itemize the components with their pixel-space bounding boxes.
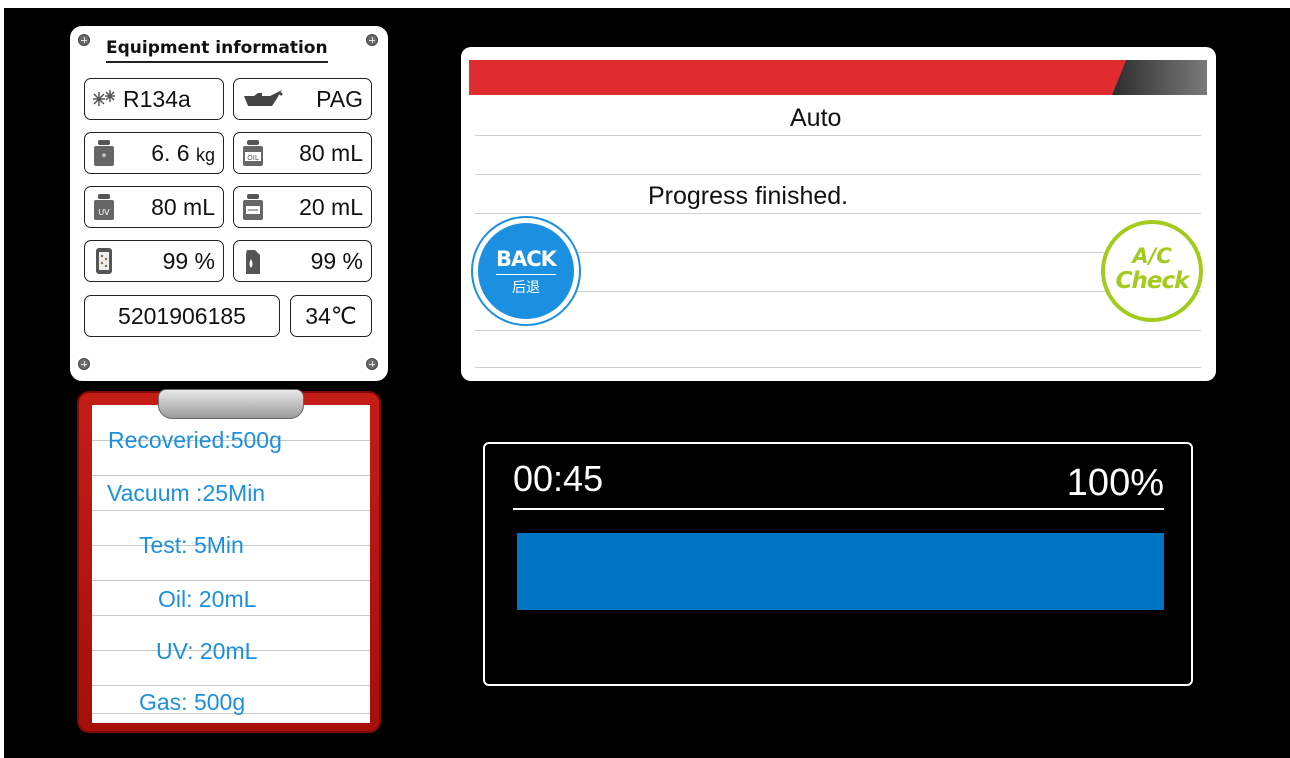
temperature: 34℃ [305,302,357,329]
dye-amount-box: 20 mL [233,186,372,228]
refrigerant-type: R134a [123,85,191,112]
screw-icon [78,34,90,46]
dialog-header-bar [469,60,1207,95]
back-button-label-cn: 后退 [512,280,540,296]
status-dialog [461,47,1216,381]
screw-icon [78,358,90,370]
back-button-divider [496,274,556,275]
oil-bottle-icon [246,250,260,274]
refrigerant-tank-icon: * [94,140,114,166]
temperature-box: 34℃ [290,295,372,337]
oil-type-box: PAG [233,78,372,120]
filter-level: 99 % [162,247,215,274]
test-summary: Test: 5Min [139,532,244,558]
oil-type: PAG [316,85,363,112]
back-button[interactable]: BACK 后退 [473,218,579,324]
oil-amount: 80 mL [299,139,363,166]
divider [92,475,370,476]
summary-paper: Recoveried:500g Vacuum :25Min Test: 5Min… [92,405,370,723]
back-button-label: BACK [496,247,557,271]
refrigerant-type-box: R134a [84,78,224,120]
snowflake-icon [93,90,115,106]
divider [92,580,370,581]
dialog-rule [475,291,1201,292]
filter-level-box: 99 % [84,240,224,282]
progress-bar-fill [517,533,1164,610]
svg-text:OIL: OIL [247,154,259,162]
dialog-rule [475,135,1201,136]
uv-tank-icon: UV [94,194,114,220]
dialog-rule [475,174,1201,175]
gas-summary: Gas: 500g [139,689,246,715]
vacuum-summary: Vacuum :25Min [107,480,266,506]
equipment-info-title: Equipment information [106,38,328,63]
screw-icon [366,358,378,370]
dialog-rule [475,330,1201,331]
uv-summary: UV: 20mL [156,638,258,664]
serial-number: 5201906185 [118,302,246,329]
refrigerant-weight: 6. 6 kg [117,140,223,167]
oil-can-icon [244,90,283,106]
screw-icon [366,34,378,46]
ac-check-button[interactable]: A/C Check [1101,220,1203,322]
uv-amount: 80 mL [151,193,215,220]
divider [92,615,370,616]
serial-number-box: 5201906185 [84,295,280,337]
oil-summary: Oil: 20mL [158,586,257,612]
divider [92,685,370,686]
oil-level-box: 99 % [233,240,372,282]
oil-level: 99 % [310,247,363,274]
summary-clipboard: Recoveried:500g Vacuum :25Min Test: 5Min… [77,389,381,733]
dye-amount: 20 mL [299,193,363,220]
dialog-rule [475,252,1201,253]
progress-percent: 100% [1066,462,1164,504]
divider [92,510,370,511]
dialog-rule [475,213,1201,214]
equipment-info-card: Equipment information R134a PAG * 6. 6 k… [70,26,388,381]
progress-divider [513,508,1164,510]
oil-tank-icon: OIL [243,140,263,166]
status-message: Progress finished. [648,182,849,210]
dialog-header-accent [1112,60,1207,95]
uv-amount-box: UV 80 mL [84,186,224,228]
ac-check-label-top: A/C [1132,244,1172,268]
dialog-rule [475,367,1201,368]
refrigerant-weight-unit: kg [195,144,215,165]
svg-text:UV: UV [98,208,110,217]
svg-text:*: * [102,152,107,163]
waste-oil-tank-icon [243,194,263,220]
refrigerant-weight-value: 6. 6 [151,139,190,166]
filter-icon [96,248,112,274]
ac-check-label-bottom: Check [1115,268,1190,294]
refrigerant-weight-box: * 6. 6 kg [84,132,224,174]
elapsed-time: 00:45 [513,458,604,499]
recovered-summary: Recoveried:500g [108,427,282,453]
clipboard-clamp [158,389,304,419]
mode-label: Auto [790,104,842,132]
progress-bar-track [517,533,1164,610]
oil-amount-box: OIL 80 mL [233,132,372,174]
